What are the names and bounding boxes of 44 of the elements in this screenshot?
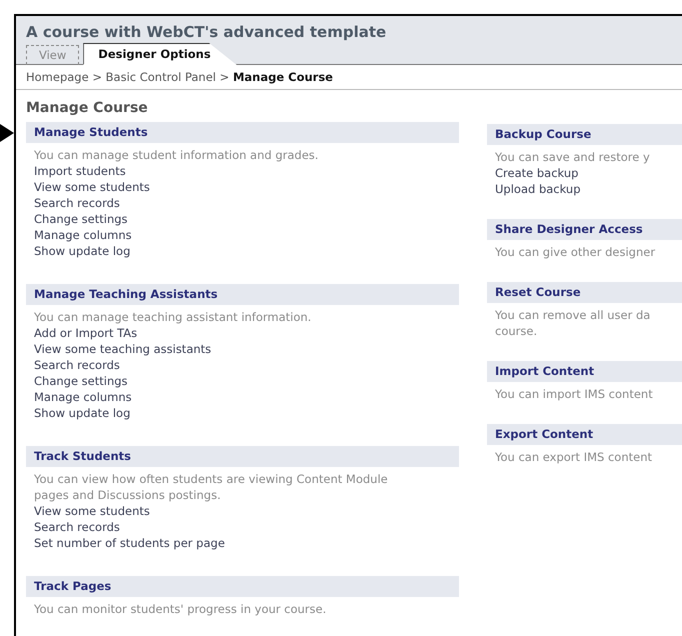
description-text: You can monitor students' progress in your course.: [34, 601, 328, 617]
breadcrumb-link[interactable]: Homepage: [26, 70, 89, 84]
description-text: You can manage student information and grades.: [34, 147, 320, 163]
breadcrumb-separator: >: [92, 70, 102, 84]
description-text: You can give other designer: [495, 244, 656, 260]
link[interactable]: Change settings: [34, 373, 451, 389]
description-text: course.: [495, 323, 538, 339]
link[interactable]: Show update log: [34, 243, 451, 259]
page-heading: Manage Course: [25, 99, 149, 118]
link[interactable]: View some teaching assistants: [34, 341, 451, 357]
link[interactable]: Manage columns: [34, 389, 451, 405]
section-header: Backup Course: [487, 124, 682, 145]
section-header: Manage Teaching Assistants: [26, 284, 459, 305]
link[interactable]: Create backup: [495, 165, 674, 181]
link[interactable]: View some students: [34, 179, 451, 195]
description-text: You can view how often students are viewing Content Module: [34, 471, 389, 487]
description-text: You can import IMS content: [495, 386, 654, 402]
link[interactable]: Change settings: [34, 211, 451, 227]
link[interactable]: Manage columns: [34, 227, 451, 243]
link[interactable]: View some students: [34, 503, 451, 519]
link[interactable]: Search records: [34, 195, 451, 211]
section-header: Track Pages: [26, 576, 459, 597]
breadcrumb-link[interactable]: Basic Control Panel: [106, 70, 216, 84]
link[interactable]: Show update log: [34, 405, 451, 421]
window-title: A course with WebCT's advanced template: [26, 22, 388, 42]
breadcrumb-separator: >: [220, 70, 230, 84]
section-header: Export Content: [487, 424, 682, 445]
section-header: Import Content: [487, 361, 682, 382]
link[interactable]: Add or Import TAs: [34, 325, 451, 341]
link[interactable]: Search records: [34, 357, 451, 373]
section-header: Share Designer Access: [487, 219, 682, 240]
link[interactable]: Set number of students per page: [34, 535, 451, 551]
section-header: Track Students: [26, 446, 459, 467]
tab[interactable]: Designer Options: [83, 43, 237, 65]
link[interactable]: Search records: [34, 519, 451, 535]
description-text: You can remove all user da: [495, 307, 652, 323]
description-text: You can manage teaching assistant information.: [34, 309, 312, 325]
description-text: You can save and restore y: [495, 149, 651, 165]
link[interactable]: Upload backup: [495, 181, 674, 197]
breadcrumb-current: Manage Course: [232, 70, 333, 84]
description-text: You can export IMS content: [495, 449, 653, 465]
description-text: pages and Discussions postings.: [34, 487, 222, 503]
link[interactable]: Import students: [34, 163, 451, 179]
section-header: Reset Course: [487, 282, 682, 303]
